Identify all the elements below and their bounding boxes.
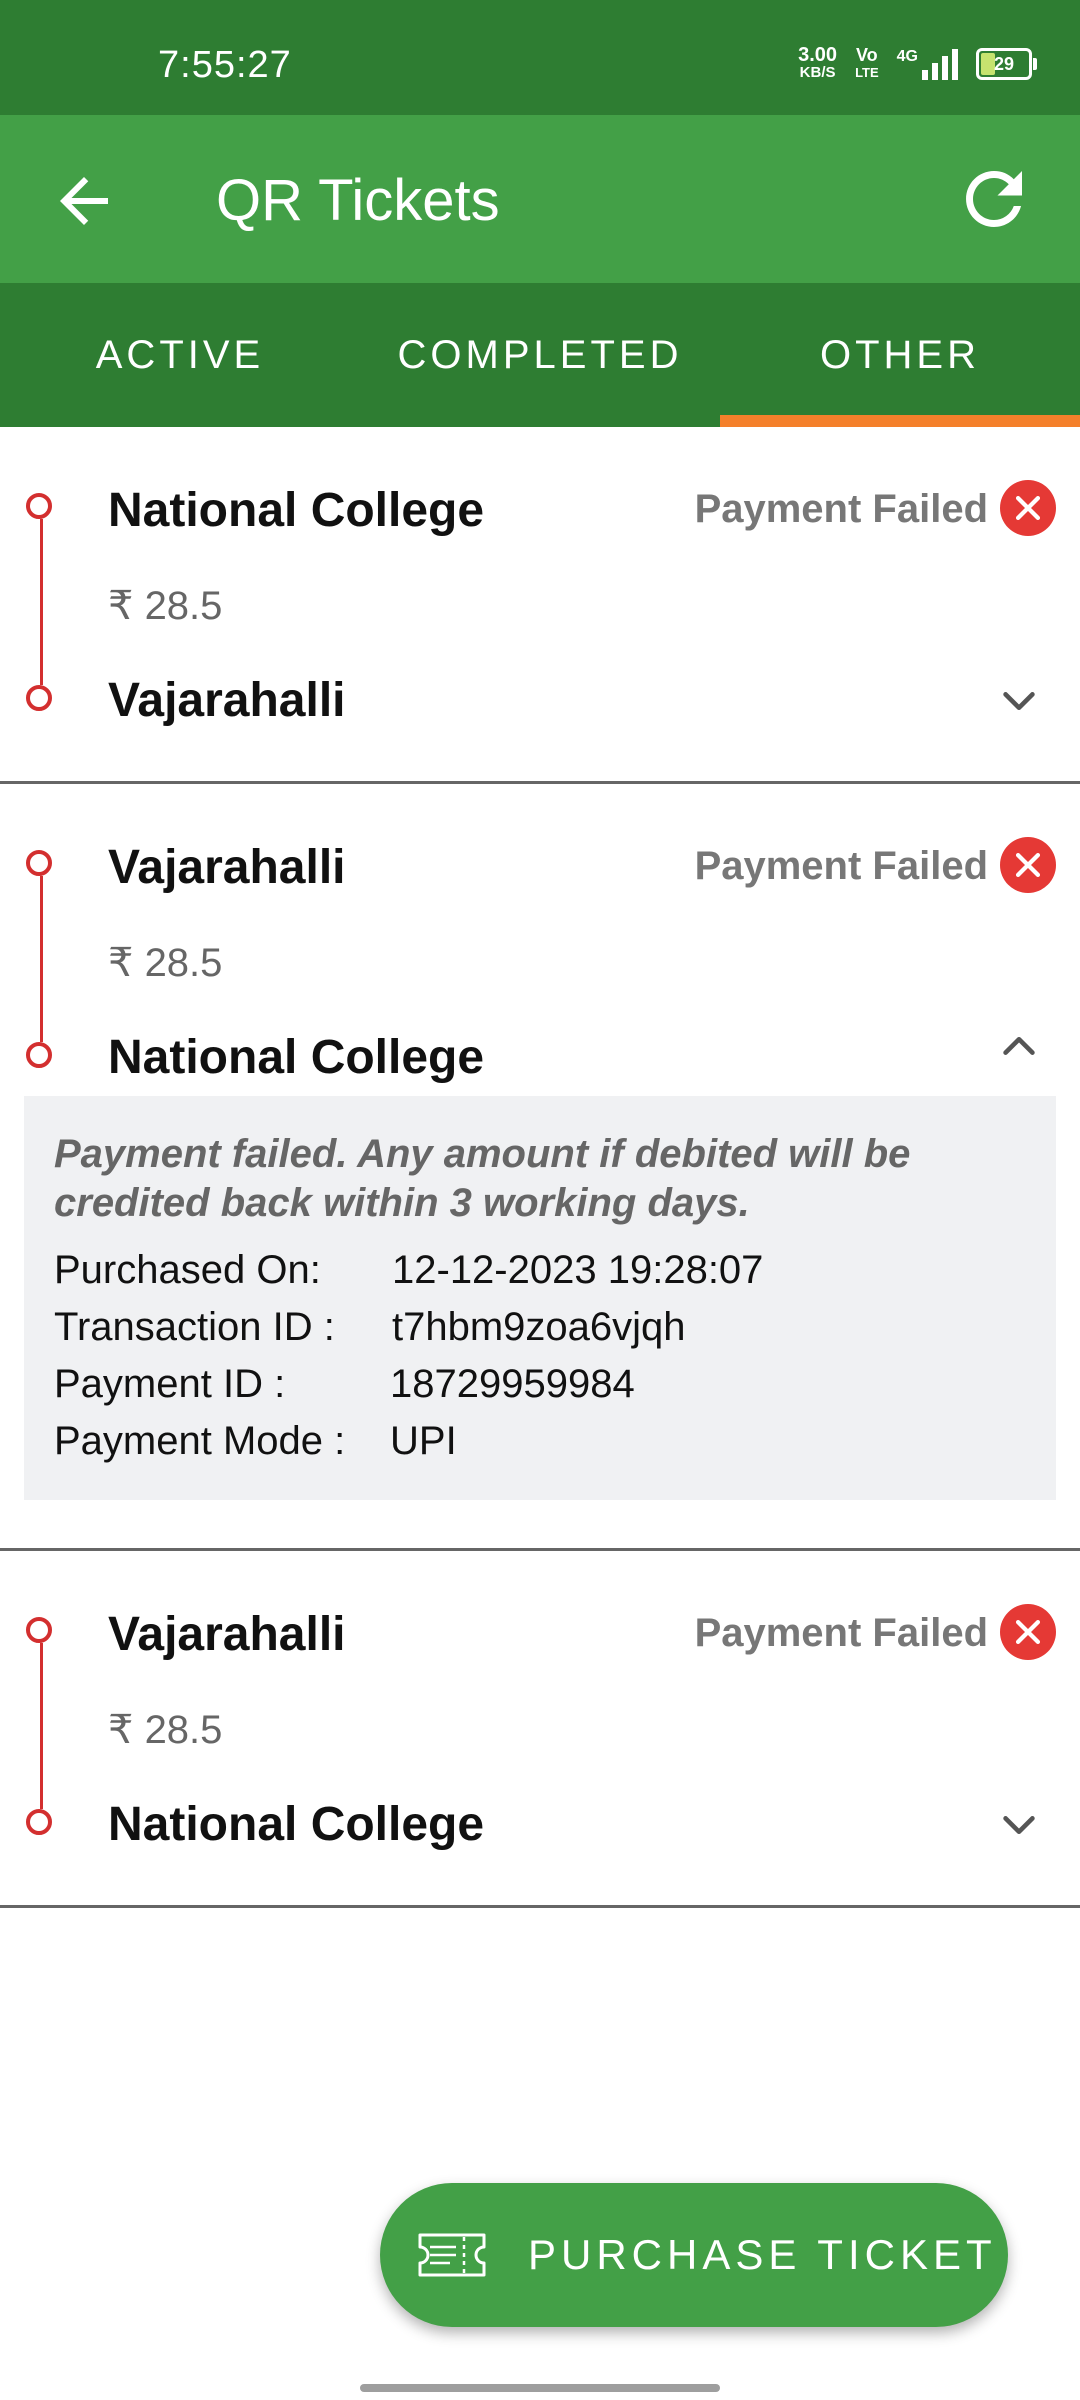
detail-row-transaction-id: Transaction ID : t7hbm9zoa6vjqh	[54, 1299, 1026, 1356]
tab-bar: ACTIVE COMPLETED OTHER	[0, 283, 1080, 427]
status-badge: Payment Failed	[694, 487, 988, 531]
page-title: QR Tickets	[216, 168, 500, 233]
status-time: 7:55:27	[158, 44, 292, 86]
battery-level: 29	[993, 54, 1015, 74]
battery-icon: 29	[976, 48, 1037, 80]
route-line	[40, 876, 43, 1042]
detail-label: Payment ID :	[54, 1362, 286, 1406]
status-badge: Payment Failed	[694, 1611, 988, 1655]
chevron-down-icon	[1003, 692, 1035, 711]
detail-value: 12-12-2023 19:28:07	[392, 1248, 764, 1292]
expand-button[interactable]	[996, 1803, 1042, 1849]
destination-dot	[26, 1042, 52, 1068]
fare: ₹ 28.5	[108, 584, 223, 628]
ticket-details: Payment failed. Any amount if debited wi…	[24, 1096, 1056, 1500]
detail-label: Payment Mode :	[54, 1419, 346, 1463]
detail-value: UPI	[390, 1419, 457, 1463]
refresh-button[interactable]	[952, 157, 1036, 241]
ticket-card[interactable]: Vajarahalli ₹ 28.5 National College Paym…	[0, 784, 1080, 1551]
status-badge: Payment Failed	[694, 844, 988, 888]
origin-station: National College	[108, 484, 485, 537]
origin-station: Vajarahalli	[108, 841, 346, 894]
detail-value: 18729959984	[390, 1362, 635, 1406]
network-speed: 3.00 KB/S	[798, 44, 838, 82]
arrow-left-icon	[60, 177, 108, 225]
origin-station: Vajarahalli	[108, 1608, 346, 1661]
destination-station: Vajarahalli	[108, 674, 346, 727]
close-circle-icon	[1000, 837, 1056, 893]
detail-row-payment-mode: Payment Mode : UPI	[54, 1413, 1026, 1470]
tab-active[interactable]: ACTIVE	[0, 283, 360, 427]
back-button[interactable]	[48, 165, 120, 237]
close-circle-icon	[1000, 480, 1056, 536]
payment-failed-message: Payment failed. Any amount if debited wi…	[54, 1132, 911, 1225]
detail-label: Transaction ID :	[54, 1305, 335, 1349]
chevron-down-icon	[1003, 1816, 1035, 1835]
origin-dot	[26, 1617, 52, 1643]
purchase-ticket-label: PURCHASE TICKET	[528, 2231, 997, 2278]
detail-label: Purchased On:	[54, 1248, 321, 1292]
refresh-icon	[966, 171, 1022, 227]
destination-dot	[26, 1809, 52, 1835]
network-type: 4G	[896, 48, 918, 65]
detail-row-purchased-on: Purchased On: 12-12-2023 19:28:07	[54, 1242, 1026, 1299]
purchase-ticket-button[interactable]: PURCHASE TICKET	[380, 2183, 1008, 2327]
ticket-card[interactable]: Vajarahalli ₹ 28.5 National College Paym…	[0, 1551, 1080, 1908]
origin-dot	[26, 850, 52, 876]
destination-station: National College	[108, 1031, 485, 1084]
volte-top: Vo	[856, 45, 878, 65]
tab-completed[interactable]: COMPLETED	[360, 283, 720, 427]
destination-station: National College	[108, 1798, 485, 1851]
network-speed-value: 3.00	[798, 44, 838, 66]
route-line	[40, 519, 43, 685]
fare: ₹ 28.5	[108, 1708, 223, 1752]
origin-dot	[26, 493, 52, 519]
chevron-up-icon	[1003, 1036, 1035, 1055]
cellular-signal-icon: 4G	[897, 48, 958, 80]
expand-button[interactable]	[996, 679, 1042, 725]
fare: ₹ 28.5	[108, 941, 223, 985]
detail-row-payment-id: Payment ID : 18729959984	[54, 1356, 1026, 1413]
ticket-icon	[418, 2233, 486, 2277]
volte-bottom: LTE	[855, 65, 879, 80]
volte-icon: Vo LTE	[855, 45, 879, 81]
app-bar: QR Tickets	[0, 115, 1080, 283]
route-line	[40, 1643, 43, 1809]
home-indicator[interactable]	[360, 2384, 720, 2392]
destination-dot	[26, 685, 52, 711]
detail-value: t7hbm9zoa6vjqh	[392, 1305, 686, 1349]
ticket-card[interactable]: National College ₹ 28.5 Vajarahalli Paym…	[0, 427, 1080, 784]
status-bar: 7:55:27 3.00 KB/S Vo LTE 4G 29	[0, 0, 1080, 115]
network-speed-unit: KB/S	[799, 64, 836, 81]
collapse-button[interactable]	[996, 1022, 1042, 1068]
tab-other[interactable]: OTHER	[720, 283, 1080, 427]
close-circle-icon	[1000, 1604, 1056, 1660]
status-icons: 3.00 KB/S Vo LTE 4G 29	[798, 44, 1037, 82]
